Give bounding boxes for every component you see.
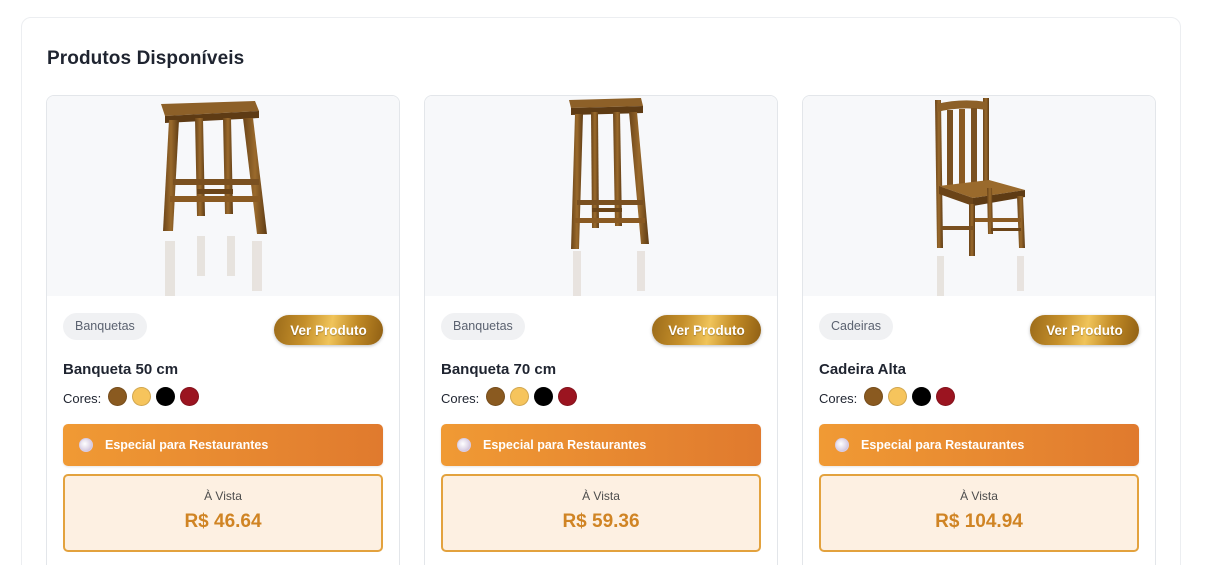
color-swatch-red[interactable] — [180, 386, 200, 406]
chair-image — [935, 98, 1025, 296]
color-swatch-yellow[interactable] — [888, 386, 908, 406]
color-swatch-yellow[interactable] — [510, 386, 530, 406]
color-swatch-black[interactable] — [156, 386, 176, 406]
colors-label: Cores: — [441, 390, 480, 406]
color-swatch-red[interactable] — [558, 386, 578, 406]
product-card: Banquetas Ver Produto Banqueta 70 cm Cor… — [424, 95, 778, 565]
special-offer-banner: Especial para Restaurantes — [63, 424, 383, 466]
radio-dot-icon — [79, 438, 93, 452]
color-options: Cores: — [441, 385, 582, 407]
section-title: Produtos Disponíveis — [47, 48, 245, 69]
price-label: À Vista — [204, 489, 242, 503]
price-box: À Vista R$ 59.36 — [441, 474, 761, 552]
products-panel: Produtos Disponíveis Banquetas Ver Produ… — [21, 17, 1181, 565]
view-product-button[interactable]: Ver Produto — [274, 315, 383, 345]
product-name[interactable]: Banqueta 50 cm — [63, 361, 178, 378]
product-image[interactable] — [47, 96, 399, 296]
category-badge: Banquetas — [441, 313, 525, 340]
price-label: À Vista — [960, 489, 998, 503]
special-offer-banner: Especial para Restaurantes — [441, 424, 761, 466]
price-value: R$ 104.94 — [935, 511, 1023, 532]
color-swatch-black[interactable] — [534, 386, 554, 406]
color-swatch-black[interactable] — [912, 386, 932, 406]
special-offer-banner: Especial para Restaurantes — [819, 424, 1139, 466]
special-label: Especial para Restaurantes — [483, 438, 647, 452]
price-label: À Vista — [582, 489, 620, 503]
special-label: Especial para Restaurantes — [861, 438, 1025, 452]
color-swatch-brown[interactable] — [864, 386, 884, 406]
product-image[interactable] — [425, 96, 777, 296]
price-box: À Vista R$ 46.64 — [63, 474, 383, 552]
price-value: R$ 46.64 — [184, 511, 262, 532]
price-value: R$ 59.36 — [562, 511, 640, 532]
product-card: Cadeiras Ver Produto Cadeira Alta Cores:… — [802, 95, 1156, 565]
stool-70-image — [569, 98, 649, 296]
radio-dot-icon — [835, 438, 849, 452]
color-swatch-red[interactable] — [936, 386, 956, 406]
colors-label: Cores: — [819, 390, 858, 406]
color-swatch-brown[interactable] — [108, 386, 128, 406]
product-card: Banquetas Ver Produto Banqueta 50 cm Cor… — [46, 95, 400, 565]
view-product-button[interactable]: Ver Produto — [652, 315, 761, 345]
product-name[interactable]: Banqueta 70 cm — [441, 361, 556, 378]
price-box: À Vista R$ 104.94 — [819, 474, 1139, 552]
radio-dot-icon — [457, 438, 471, 452]
product-name[interactable]: Cadeira Alta — [819, 361, 906, 378]
view-product-button[interactable]: Ver Produto — [1030, 315, 1139, 345]
color-options: Cores: — [63, 385, 204, 407]
color-swatch-yellow[interactable] — [132, 386, 152, 406]
colors-label: Cores: — [63, 390, 102, 406]
category-badge: Banquetas — [63, 313, 147, 340]
stool-50-image — [161, 101, 267, 296]
color-swatch-brown[interactable] — [486, 386, 506, 406]
product-image[interactable] — [803, 96, 1155, 296]
category-badge: Cadeiras — [819, 313, 894, 340]
special-label: Especial para Restaurantes — [105, 438, 269, 452]
color-options: Cores: — [819, 385, 960, 407]
